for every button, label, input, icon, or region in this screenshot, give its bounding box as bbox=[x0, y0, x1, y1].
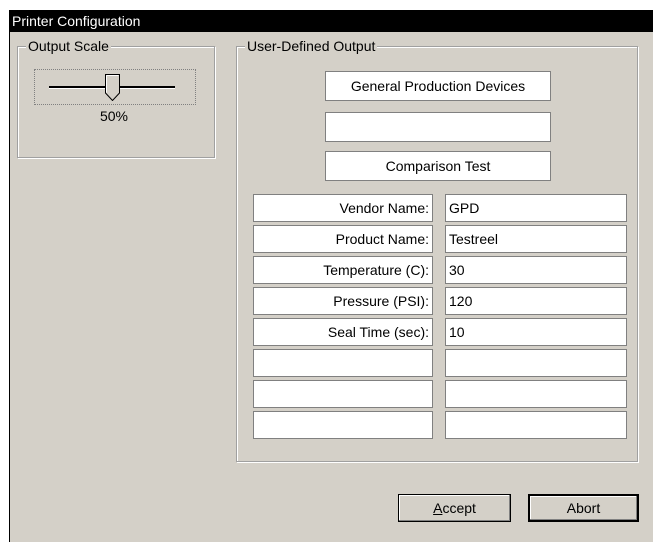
slider-thumb[interactable] bbox=[104, 74, 120, 101]
row-label: Vendor Name: bbox=[253, 194, 433, 222]
window-title: Printer Configuration bbox=[12, 13, 141, 29]
row-label: Pressure (PSI): bbox=[253, 287, 433, 315]
accept-button[interactable]: Accept bbox=[398, 494, 511, 522]
header-field-3[interactable]: Comparison Test bbox=[325, 151, 551, 181]
output-scale-group: Output Scale 50% bbox=[17, 38, 215, 158]
user-defined-output-label: User-Defined Output bbox=[245, 38, 378, 54]
row-value[interactable] bbox=[445, 411, 627, 439]
row-value[interactable]: 30 bbox=[445, 256, 627, 284]
header-field-2[interactable] bbox=[325, 112, 551, 142]
output-scale-slider[interactable] bbox=[34, 69, 196, 105]
output-scale-label: Output Scale bbox=[26, 38, 111, 54]
abort-button[interactable]: Abort bbox=[528, 494, 639, 522]
row-value[interactable]: 120 bbox=[445, 287, 627, 315]
printer-configuration-window: Printer Configuration Output Scale 50% U… bbox=[9, 10, 653, 542]
row-value[interactable]: Testreel bbox=[445, 225, 627, 253]
row-label bbox=[253, 380, 433, 408]
user-defined-output-group: User-Defined Output General Production D… bbox=[236, 38, 638, 462]
row-value[interactable]: 10 bbox=[445, 318, 627, 346]
row-label bbox=[253, 411, 433, 439]
row-label: Product Name: bbox=[253, 225, 433, 253]
row-label: Temperature (C): bbox=[253, 256, 433, 284]
title-bar: Printer Configuration bbox=[10, 10, 653, 32]
row-value[interactable]: GPD bbox=[445, 194, 627, 222]
row-label: Seal Time (sec): bbox=[253, 318, 433, 346]
row-value[interactable] bbox=[445, 380, 627, 408]
accept-label: ccept bbox=[442, 500, 476, 516]
output-scale-value: 50% bbox=[99, 108, 129, 124]
header-field-1[interactable]: General Production Devices bbox=[325, 71, 551, 101]
row-label bbox=[253, 349, 433, 377]
row-value[interactable] bbox=[445, 349, 627, 377]
